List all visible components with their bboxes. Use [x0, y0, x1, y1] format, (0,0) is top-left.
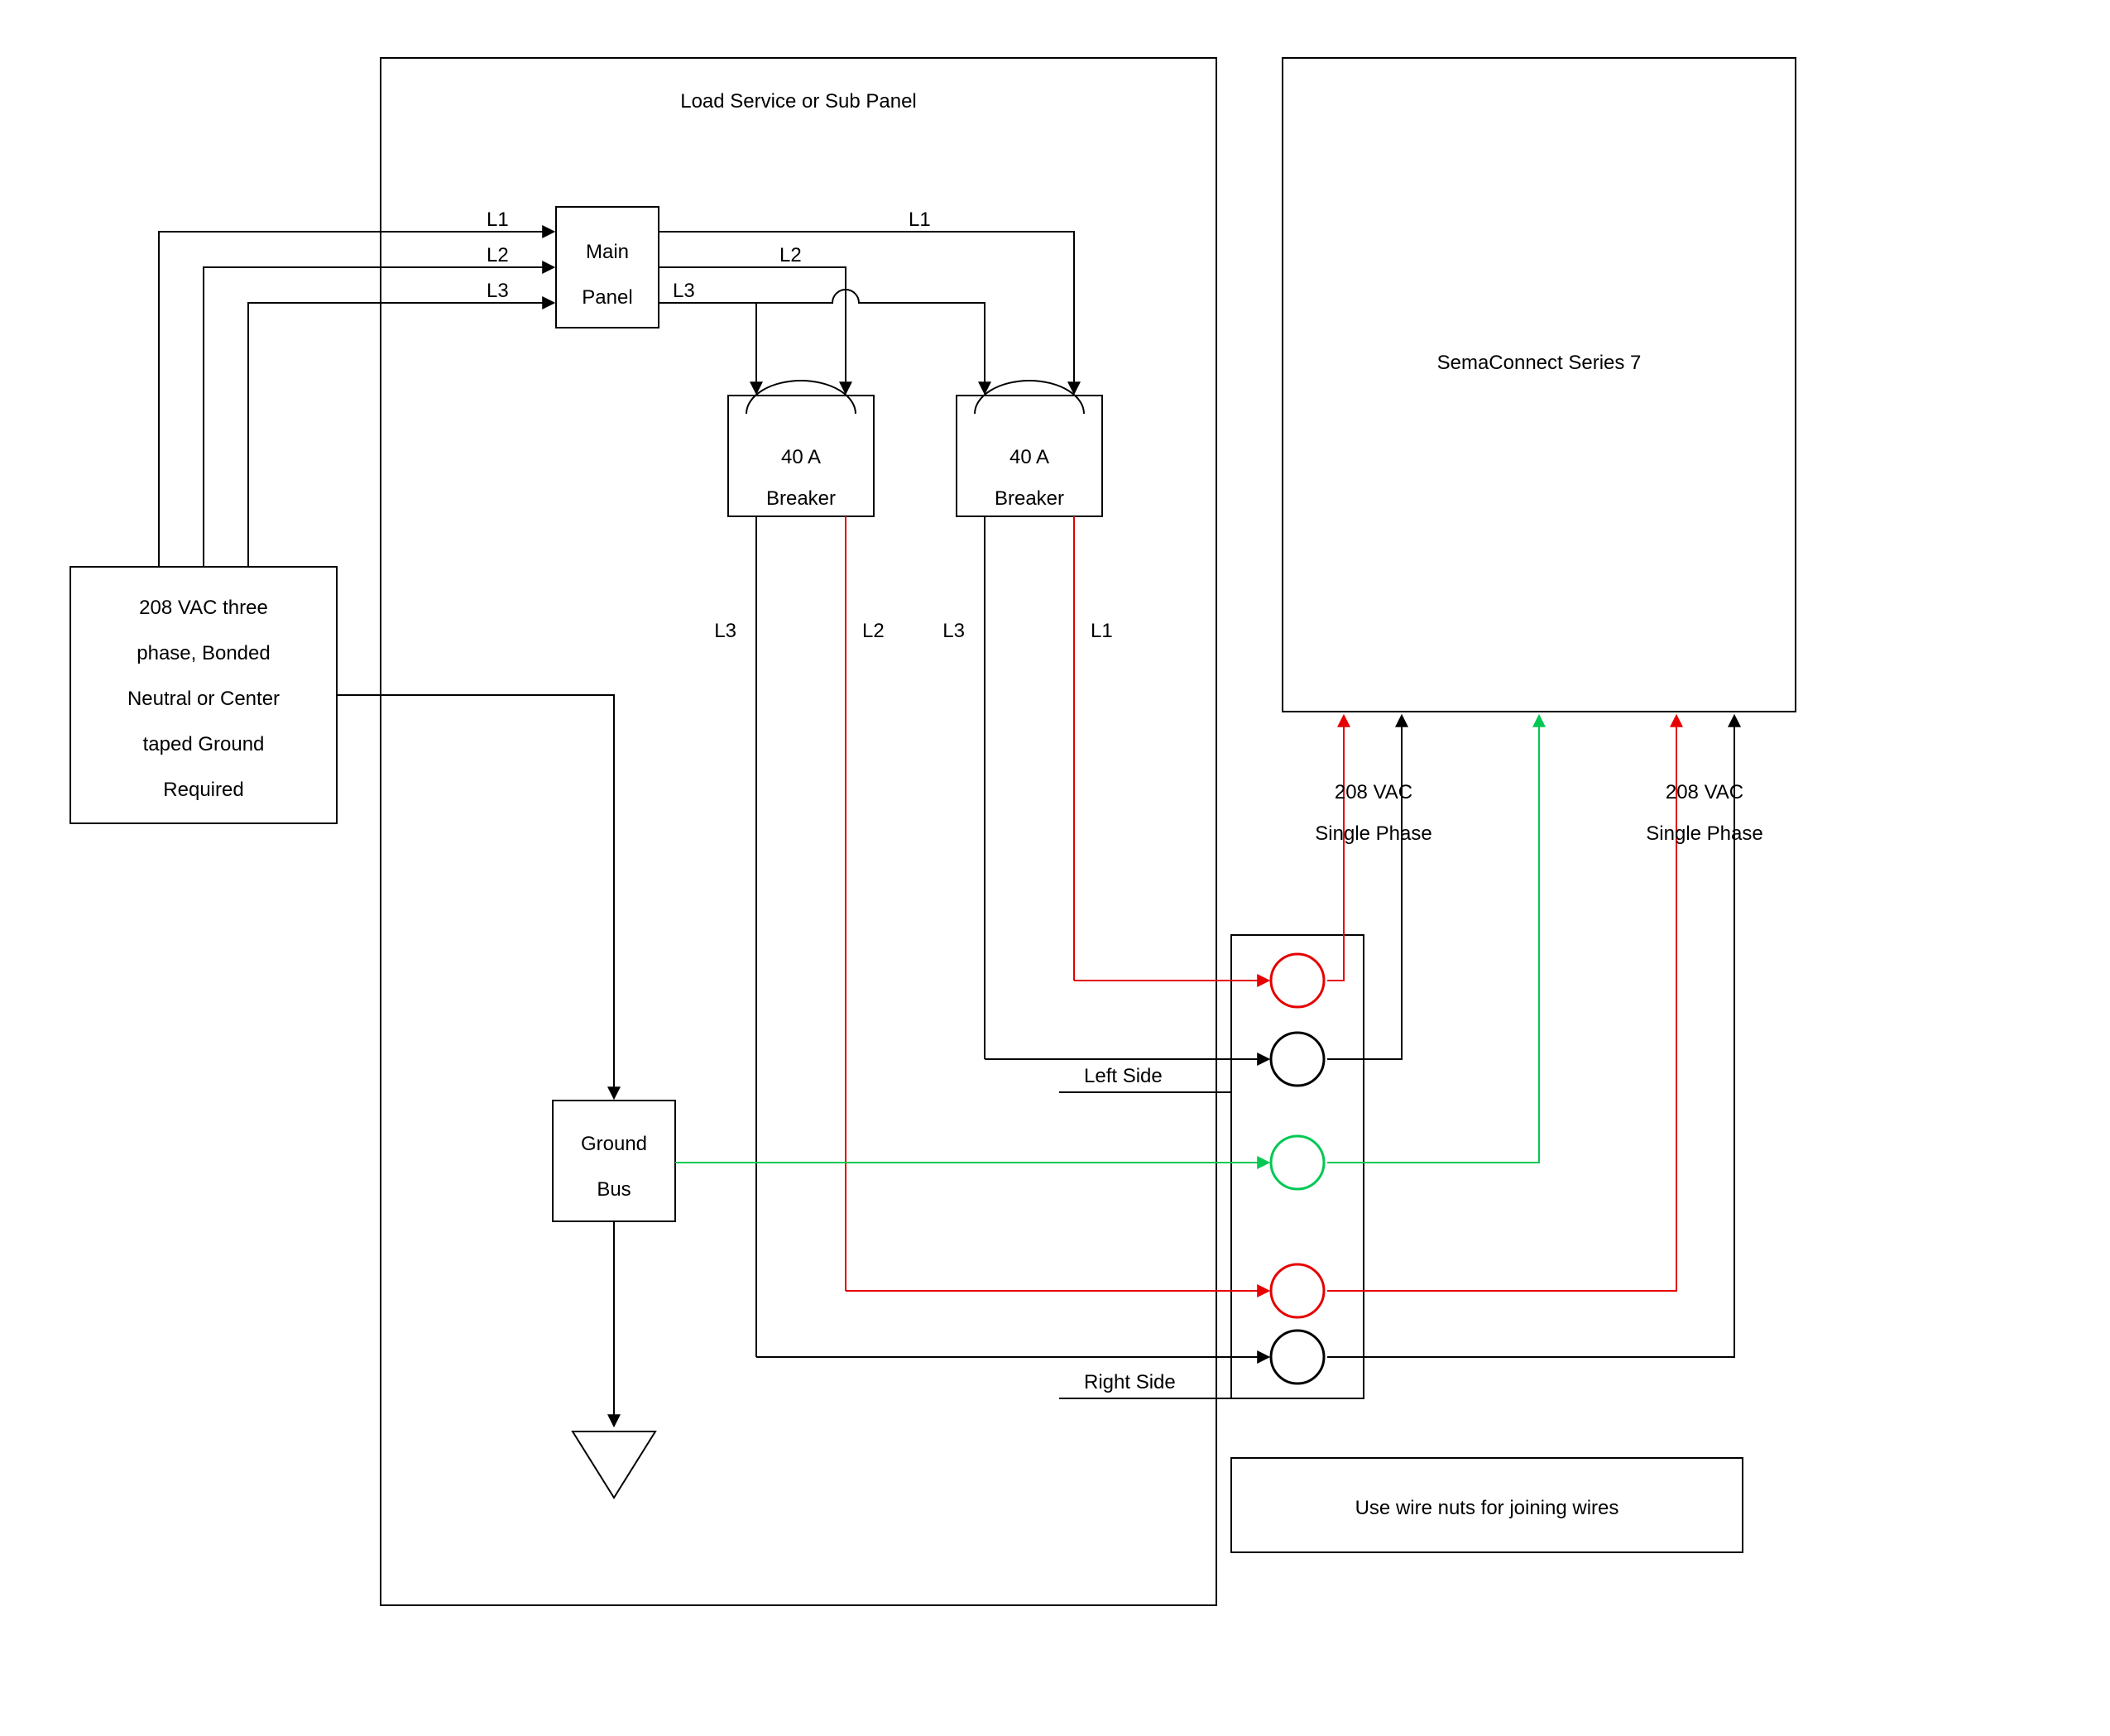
terminal-5-black: [1271, 1331, 1324, 1384]
source-line5: Required: [163, 779, 243, 801]
ground-bus-line2: Bus: [597, 1178, 631, 1201]
label-l1a: L1: [487, 209, 509, 231]
wire-l3-out-left: [659, 303, 756, 392]
label-l3c: L3: [714, 620, 736, 642]
wire-l1-out: [659, 232, 1074, 392]
ground-bus-line1: Ground: [581, 1133, 647, 1155]
label-l2b: L2: [779, 244, 802, 266]
breaker-left-arc: [746, 381, 856, 414]
terminal-2-black: [1271, 1033, 1324, 1086]
label-l1c: L1: [1091, 620, 1113, 642]
sema-title: SemaConnect Series 7: [1437, 352, 1642, 374]
phase-left-line1: 208 VAC: [1335, 781, 1412, 803]
label-l3b: L3: [673, 280, 695, 302]
phase-left-line2: Single Phase: [1315, 822, 1431, 845]
breaker-left-line1: 40 A: [781, 446, 821, 468]
main-panel-line2: Panel: [582, 286, 632, 309]
label-l1b: L1: [909, 209, 931, 231]
wiring-diagram: Load Service or Sub Panel 208 VAC three …: [0, 0, 2110, 1736]
label-l3a: L3: [487, 280, 509, 302]
source-line3: Neutral or Center: [127, 688, 280, 710]
sema-box: [1283, 58, 1796, 712]
ground-symbol: [573, 1431, 655, 1498]
label-l2c: L2: [862, 620, 885, 642]
terminal-4-red: [1271, 1264, 1324, 1317]
source-line2: phase, Bonded: [137, 642, 270, 664]
main-panel-box: [556, 207, 659, 328]
breaker-right-line1: 40 A: [1009, 446, 1049, 468]
ground-bus-box: [553, 1101, 675, 1221]
terminal-box: [1231, 935, 1364, 1398]
phase-right-line1: 208 VAC: [1666, 781, 1743, 803]
left-side-label: Left Side: [1084, 1065, 1163, 1087]
breaker-right-arc: [975, 381, 1084, 414]
wire-t5-sema: [1327, 717, 1734, 1357]
terminal-3-green: [1271, 1136, 1324, 1189]
wire-l3-in: [248, 303, 553, 567]
source-line4: taped Ground: [143, 733, 265, 755]
label-l3d: L3: [942, 620, 965, 642]
wire-nut-text: Use wire nuts for joining wires: [1355, 1497, 1619, 1519]
right-side-label: Right Side: [1084, 1371, 1176, 1393]
phase-right-line2: Single Phase: [1646, 822, 1762, 845]
sub-panel-title: Load Service or Sub Panel: [680, 90, 917, 113]
wire-l2-in: [204, 267, 553, 567]
breaker-left-line2: Breaker: [766, 487, 836, 510]
breaker-right-line2: Breaker: [995, 487, 1064, 510]
wire-t1-sema: [1327, 717, 1344, 981]
label-l2a: L2: [487, 244, 509, 266]
wire-l3-out-right: [756, 290, 985, 392]
main-panel-line1: Main: [586, 241, 629, 263]
terminal-1-red: [1271, 954, 1324, 1007]
wire-src-ground: [337, 695, 614, 1097]
source-line1: 208 VAC three: [139, 597, 268, 619]
